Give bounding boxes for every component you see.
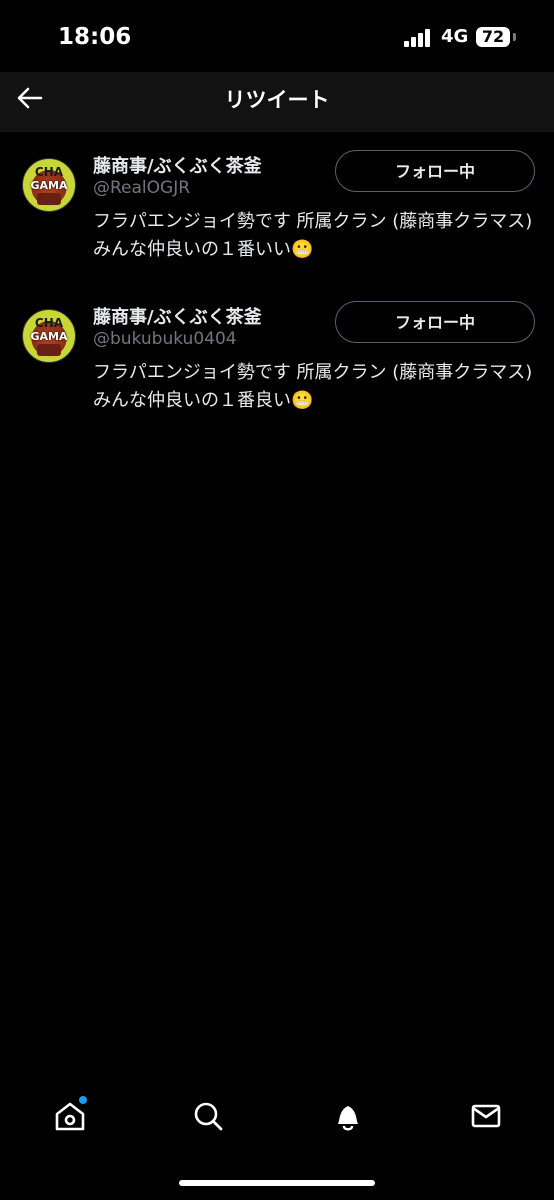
user-list-item[interactable]: CHA GAMA 藤商事/ぶくぶく茶釜 @RealOGJR フォロー中 フラパエ… [0,140,554,280]
user-bio: フラパエンジョイ勢です 所属クラン (藤商事クラマス) みんな仲良いの１番良い😬 [93,362,533,411]
mail-icon[interactable] [466,1096,506,1136]
avatar-text-1: CHA [34,316,64,330]
user-name[interactable]: 藤商事/ぶくぶく茶釜 [93,152,262,178]
avatar[interactable]: CHA GAMA [22,158,76,212]
avatar-text-2: GAMA [30,179,68,192]
page-header: リツイート [0,72,554,132]
following-button[interactable]: フォロー中 [335,150,535,192]
user-list-item[interactable]: CHA GAMA 藤商事/ぶくぶく茶釜 @bukubuku0404 フォロー中 … [0,291,554,431]
battery-tip [513,33,516,41]
network-type: 4G [441,26,469,47]
bell-icon[interactable] [328,1096,368,1136]
signal-icon [404,29,434,47]
search-icon[interactable] [188,1096,228,1136]
avatar-text-2: GAMA [30,330,68,343]
user-name[interactable]: 藤商事/ぶくぶく茶釜 [93,303,262,329]
status-bar: 18:06 4G 72 [0,0,554,72]
battery-icon: 72 [476,27,510,47]
user-bio: フラパエンジョイ勢です 所属クラン (藤商事クラマス) みんな仲良いの１番いい😬 [93,211,533,260]
status-time: 18:06 [58,24,132,50]
notification-badge [79,1096,87,1104]
avatar-text-1: CHA [34,165,64,179]
avatar[interactable]: CHA GAMA [22,309,76,363]
following-button[interactable]: フォロー中 [335,301,535,343]
user-handle: @bukubuku0404 [93,329,237,349]
page-title: リツイート [224,88,330,112]
home-indicator [179,1180,375,1186]
user-handle: @RealOGJR [93,178,191,198]
